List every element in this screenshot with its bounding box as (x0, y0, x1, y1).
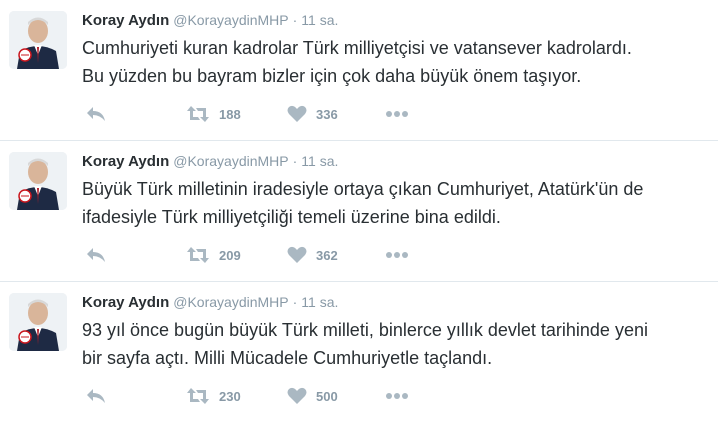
more-button[interactable] (385, 103, 409, 125)
heart-icon (287, 387, 307, 404)
tweet-timestamp[interactable]: 11 sa. (301, 294, 338, 310)
avatar[interactable] (9, 152, 67, 210)
retweet-icon (187, 388, 209, 404)
separator-dot: · (292, 153, 298, 169)
tweet-text-line: 93 yıl önce bugün büyük Türk milleti, bi… (82, 320, 648, 340)
retweet-count: 209 (219, 247, 241, 263)
retweet-count: 230 (219, 388, 241, 404)
more-button[interactable] (385, 385, 409, 407)
like-button[interactable]: 362 (287, 244, 338, 266)
tweet-item[interactable]: Koray Aydın @KorayaydinMHP · 11 sa. Büyük T… (0, 140, 718, 280)
tweet-text-line: Büyük Türk milletinin iradesiyle ortaya … (82, 179, 644, 199)
tweet-text-line: Cumhuriyeti kuran kadrolar Türk milliyet… (82, 38, 632, 58)
profile-photo (9, 293, 67, 351)
retweet-button[interactable]: 230 (186, 385, 241, 407)
tweet-timeline: Koray Aydın @KorayaydinMHP · 11 sa. Cumhuri… (0, 0, 718, 410)
retweet-count: 188 (219, 106, 241, 122)
author-name[interactable]: Koray Aydın (82, 12, 169, 29)
heart-icon (287, 246, 307, 263)
author-handle[interactable]: @KorayaydinMHP (173, 294, 288, 310)
like-count: 362 (316, 247, 338, 263)
author-name[interactable]: Koray Aydın (82, 153, 169, 170)
tweet-actions: 230 500 (82, 385, 682, 407)
more-icon (386, 252, 408, 258)
more-button[interactable] (385, 244, 409, 266)
like-count: 500 (316, 388, 338, 404)
retweet-icon (187, 106, 209, 122)
separator-dot: · (292, 12, 298, 28)
tweet-header: Koray Aydın @KorayaydinMHP · 11 sa. (82, 10, 338, 31)
tweet-header: Koray Aydın @KorayaydinMHP · 11 sa. (82, 151, 338, 172)
author-name[interactable]: Koray Aydın (82, 294, 169, 311)
tweet-text: 93 yıl önce bugün büyük Türk milleti, bi… (82, 316, 712, 372)
tweet-text: Büyük Türk milletinin iradesiyle ortaya … (82, 175, 712, 231)
reply-icon (87, 248, 105, 262)
tweet-text-line: bir sayfa açtı. Milli Mücadele Cumhuriye… (82, 348, 493, 368)
heart-icon (287, 105, 307, 122)
profile-photo (9, 152, 67, 210)
tweet-text-line: Bu yüzden bu bayram bizler için çok daha… (82, 66, 582, 86)
separator-dot: · (292, 294, 298, 310)
reply-button[interactable] (85, 103, 107, 125)
reply-icon (87, 389, 105, 403)
tweet-timestamp[interactable]: 11 sa. (301, 12, 338, 28)
tweet-text-line: ifadesiyle Türk milliyetçiliği temeli üz… (82, 207, 501, 227)
retweet-button[interactable]: 188 (186, 103, 241, 125)
like-count: 336 (316, 106, 338, 122)
tweet-actions: 209 362 (82, 244, 682, 266)
tweet-timestamp[interactable]: 11 sa. (301, 153, 338, 169)
like-button[interactable]: 336 (287, 103, 338, 125)
retweet-icon (187, 247, 209, 263)
tweet-text: Cumhuriyeti kuran kadrolar Türk milliyet… (82, 34, 712, 90)
author-handle[interactable]: @KorayaydinMHP (173, 153, 288, 169)
like-button[interactable]: 500 (287, 385, 338, 407)
reply-button[interactable] (85, 385, 107, 407)
reply-icon (87, 107, 105, 121)
more-icon (386, 111, 408, 117)
reply-button[interactable] (85, 244, 107, 266)
retweet-button[interactable]: 209 (186, 244, 241, 266)
author-handle[interactable]: @KorayaydinMHP (173, 12, 288, 28)
avatar[interactable] (9, 293, 67, 351)
tweet-actions: 188 336 (82, 103, 682, 125)
tweet-item[interactable]: Koray Aydın @KorayaydinMHP · 11 sa. 93 yıl … (0, 281, 718, 421)
more-icon (386, 393, 408, 399)
avatar[interactable] (9, 11, 67, 69)
tweet-item[interactable]: Koray Aydın @KorayaydinMHP · 11 sa. Cumhuri… (0, 0, 718, 140)
tweet-header: Koray Aydın @KorayaydinMHP · 11 sa. (82, 292, 338, 313)
profile-photo (9, 11, 67, 69)
